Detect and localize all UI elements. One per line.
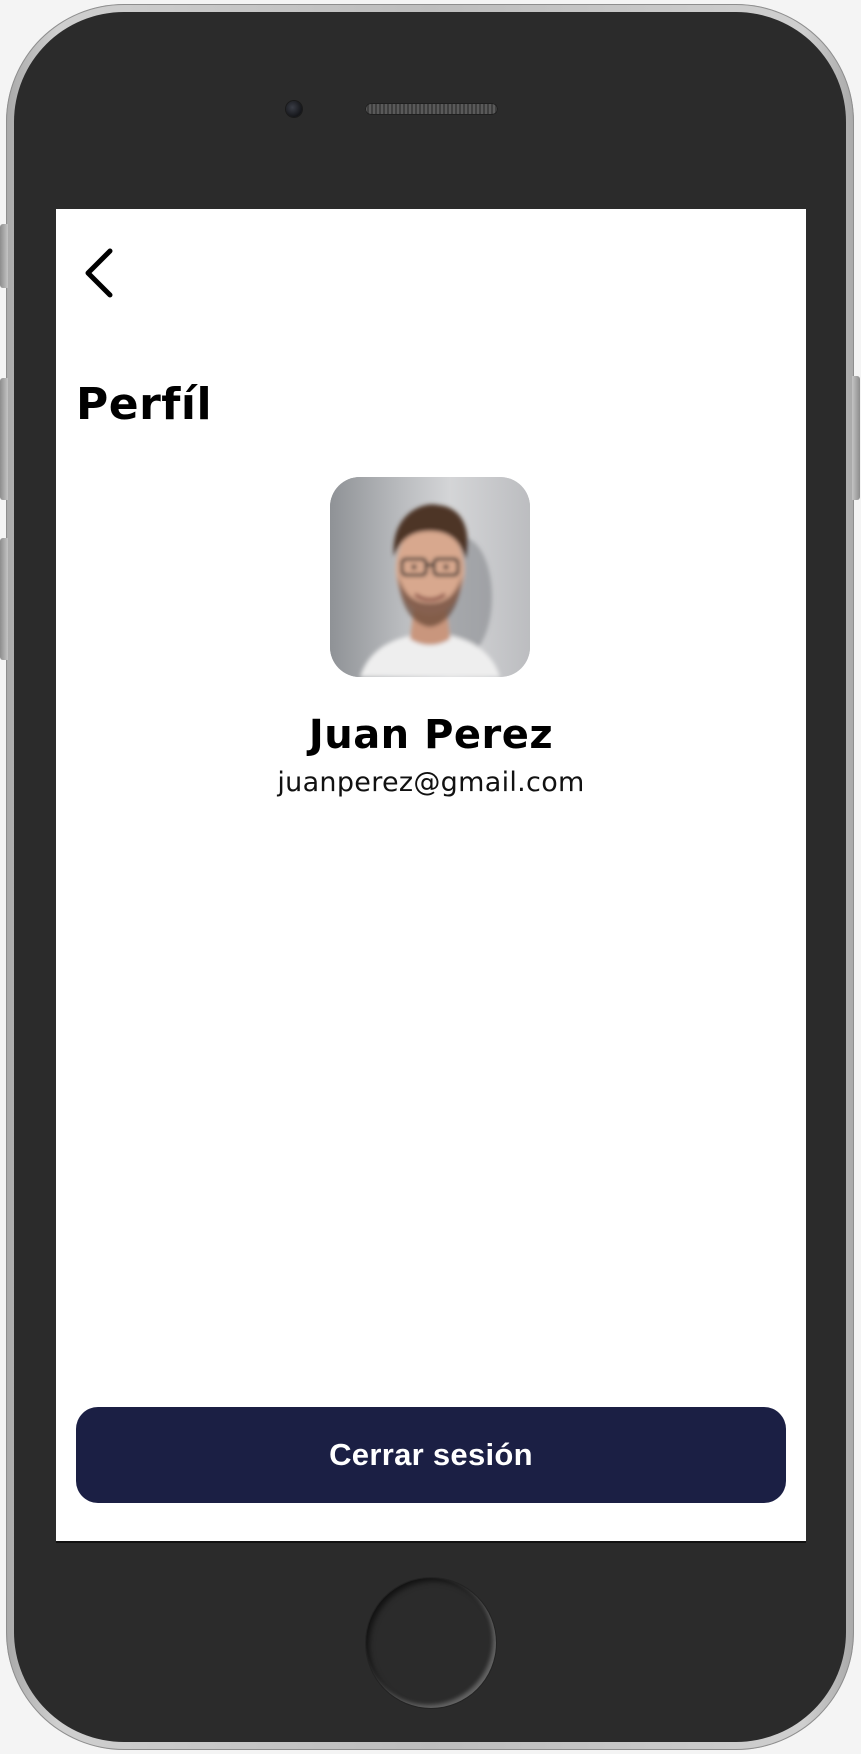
- page-title: Perfíl: [76, 379, 213, 430]
- user-name: Juan Perez: [308, 712, 554, 758]
- app-screen: Perfíl Juan Perez juanperez@gmail.com Ce…: [56, 209, 806, 1543]
- power-button: [852, 376, 860, 500]
- chevron-left-icon: [85, 248, 113, 298]
- user-email: juanperez@gmail.com: [277, 767, 585, 798]
- home-button[interactable]: [366, 1578, 496, 1708]
- volume-down-button: [0, 538, 8, 660]
- volume-up-button: [0, 378, 8, 500]
- silent-switch: [0, 224, 8, 288]
- earpiece-speaker: [365, 103, 498, 115]
- back-button[interactable]: [74, 245, 122, 301]
- profile-photo: [330, 477, 530, 677]
- avatar: [330, 477, 530, 677]
- logout-button[interactable]: Cerrar sesión: [76, 1407, 786, 1503]
- front-camera: [286, 101, 302, 117]
